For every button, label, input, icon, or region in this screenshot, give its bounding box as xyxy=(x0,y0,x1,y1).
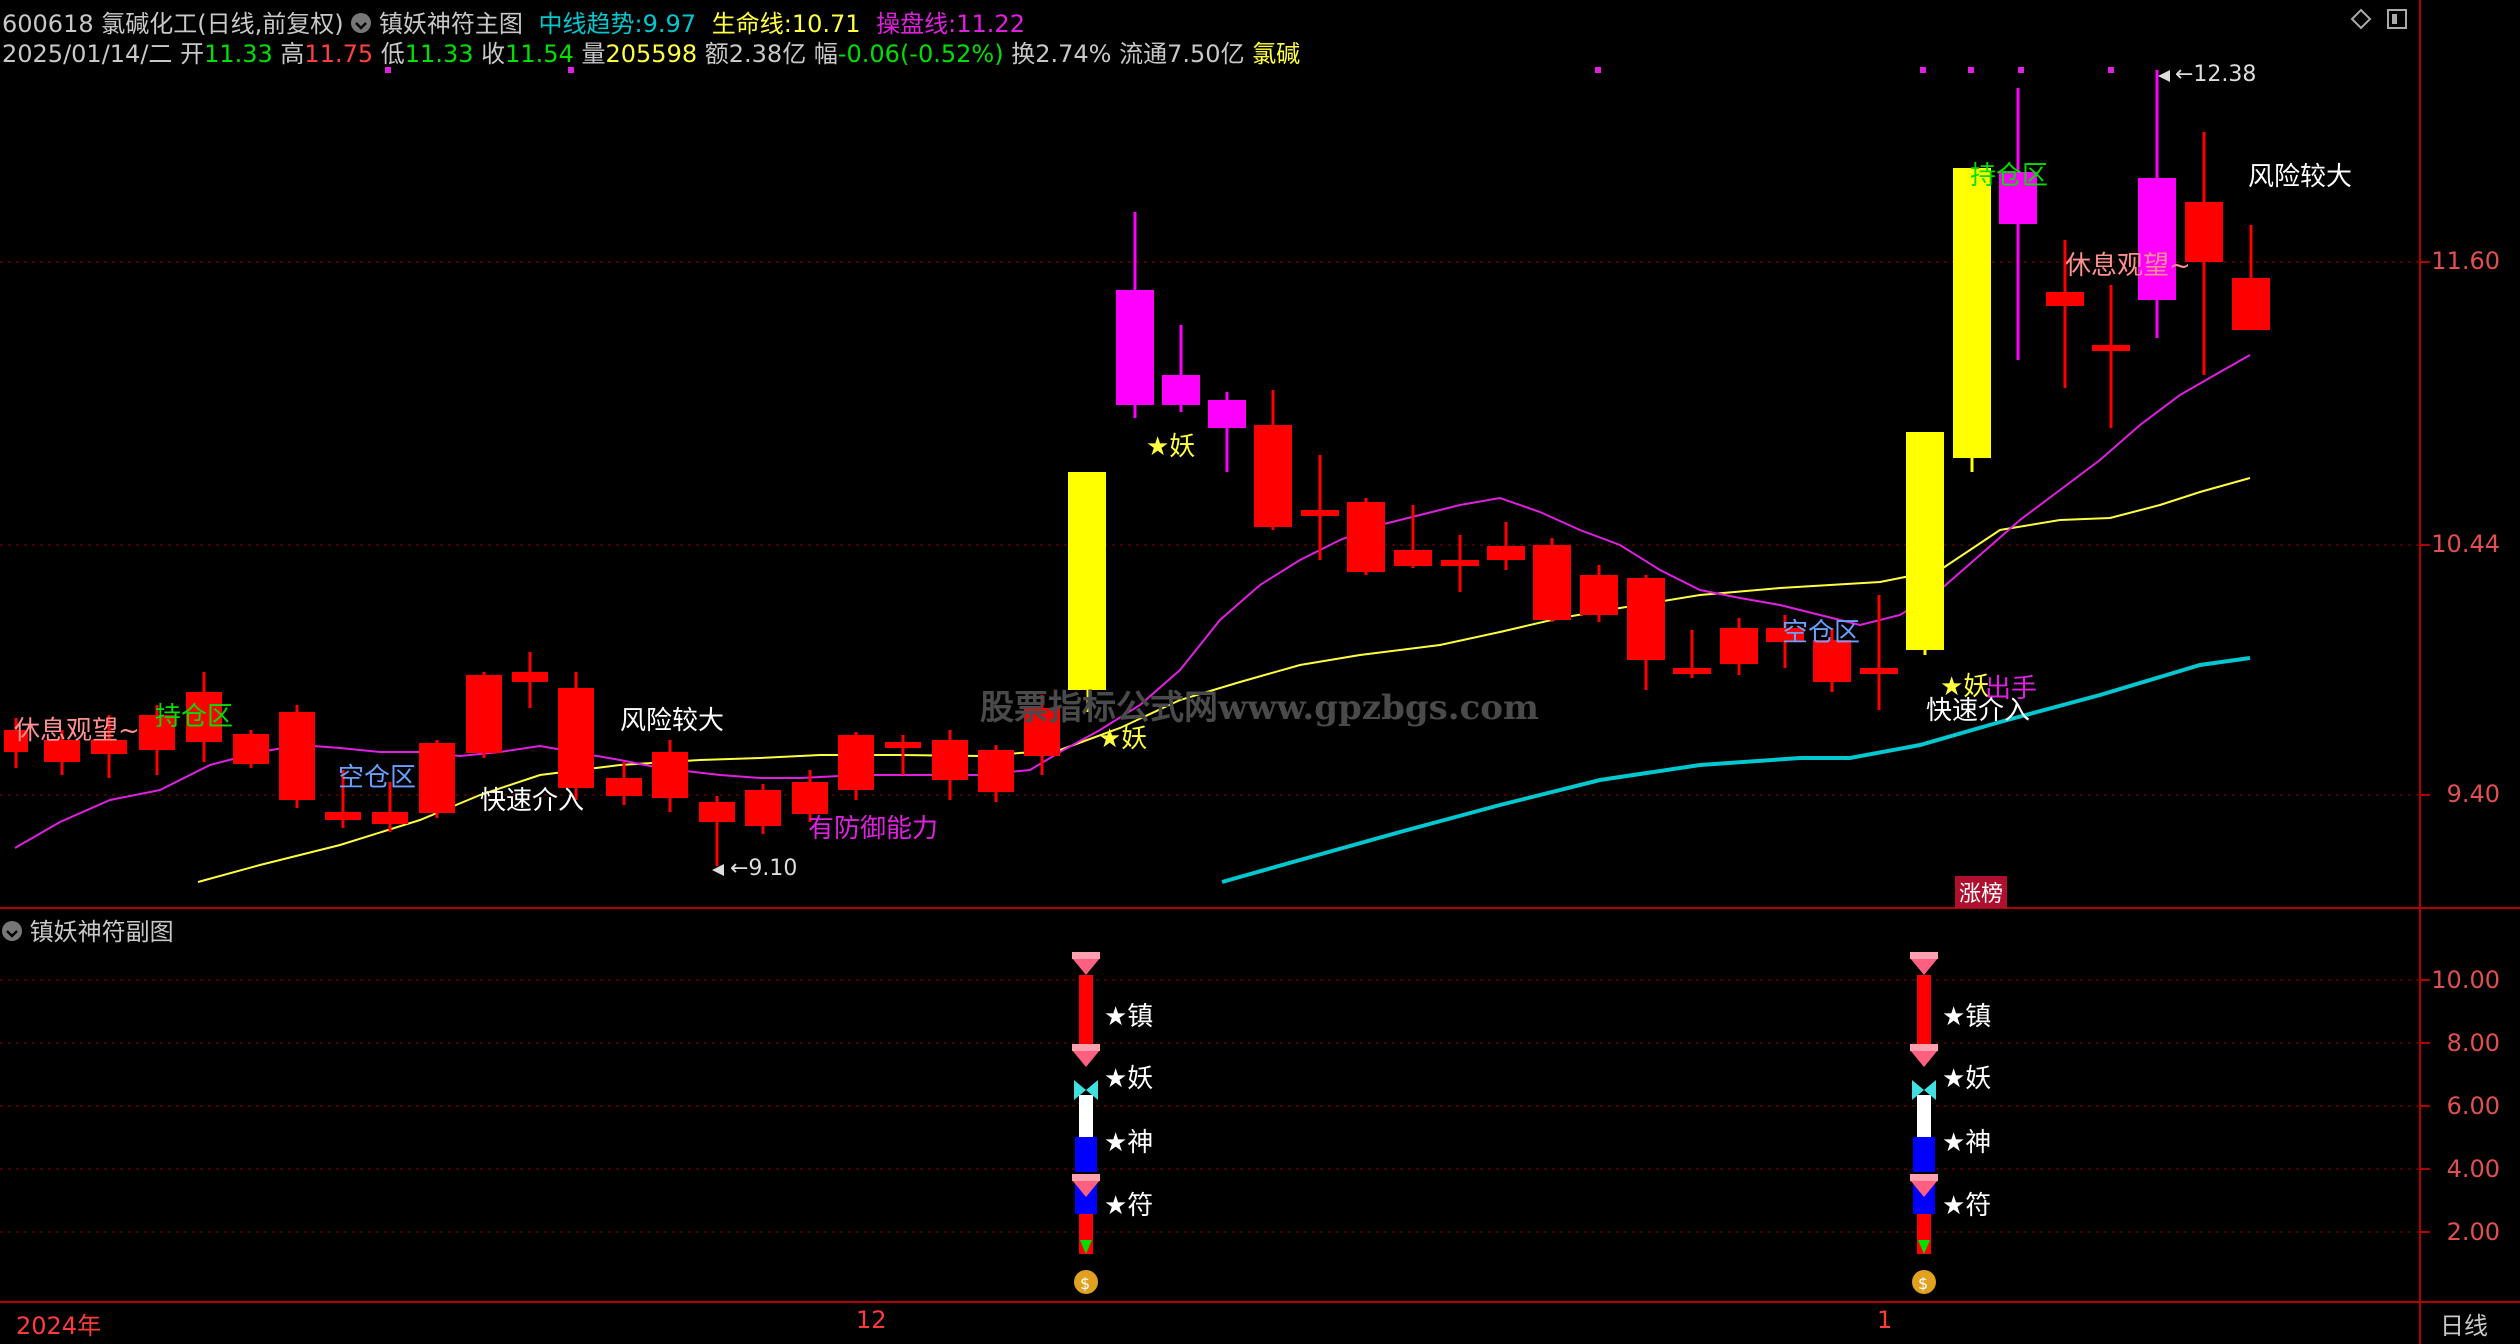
signal-label-zhen: ★镇 xyxy=(1942,1002,1992,1032)
annotation-hold-zone: 持仓区 xyxy=(155,702,234,732)
candle xyxy=(279,712,315,800)
gem-icon xyxy=(1072,952,1938,1197)
candle xyxy=(1487,546,1525,560)
signal-column-1 xyxy=(1075,975,1097,1254)
sub-panel-dropdown-icon[interactable] xyxy=(2,921,22,941)
annotation-hold-zone-2: 持仓区 xyxy=(1970,161,2049,191)
candle xyxy=(1533,545,1571,620)
signal-label-shen: ★神 xyxy=(1942,1128,1992,1158)
annotation-fast-entry: 快速介入 xyxy=(480,786,585,816)
annotation-yao-2: ★妖 xyxy=(1146,432,1196,462)
candle xyxy=(1347,502,1385,572)
limit-up-candle xyxy=(1906,432,1944,650)
high-arrow-icon xyxy=(2158,70,2170,82)
candle xyxy=(745,790,781,826)
zhangbang-badge[interactable]: 涨榜 xyxy=(1955,876,2008,908)
annotation-empty-zone: 空仓区 xyxy=(338,763,417,793)
candle xyxy=(2046,292,2084,306)
bow-icon xyxy=(1074,1080,1936,1100)
sub-axis-label: 2.00 xyxy=(2446,1218,2500,1246)
signal-label-fu: ★符 xyxy=(1104,1191,1154,1221)
candle xyxy=(233,734,269,764)
top-marker-dots xyxy=(385,67,2114,73)
price-axis-label: 11.60 xyxy=(2431,247,2500,275)
candle xyxy=(1673,668,1711,674)
candle xyxy=(466,675,502,753)
sub-panel-header: 镇妖神符副图 xyxy=(2,912,174,947)
strong-candle xyxy=(1116,290,1154,405)
annotation-defense: 有防御能力 xyxy=(808,814,939,844)
watermark: 股票指标公式网www.gpzbgs.com xyxy=(980,688,1539,728)
signal-label-yao: ★妖 xyxy=(1942,1064,1992,1094)
sub-panel-title[interactable]: 镇妖神符副图 xyxy=(30,918,174,946)
candle xyxy=(885,742,921,748)
annotation-yao-1: ★妖 xyxy=(1098,724,1148,754)
annotation-high-risk-2: 风险较大 xyxy=(2248,162,2353,192)
high-price-marker: ←12.38 xyxy=(2175,62,2257,87)
candle xyxy=(1627,578,1665,660)
candle xyxy=(652,752,688,798)
svg-text:$: $ xyxy=(1080,1274,1090,1293)
sub-axis-label: 4.00 xyxy=(2446,1155,2500,1183)
time-axis-month-1: 1 xyxy=(1877,1306,1893,1334)
candle xyxy=(2092,345,2130,351)
annotation-high-risk: 风险较大 xyxy=(620,706,725,736)
candle xyxy=(372,812,408,824)
signal-column-2 xyxy=(1913,975,1935,1254)
kline-chart[interactable]: $ $ xyxy=(0,0,2520,1344)
limit-up-candle xyxy=(1068,472,1106,690)
annotation-rest-watch: 休息观望~ xyxy=(14,716,140,746)
candle xyxy=(558,688,594,788)
candle xyxy=(978,750,1014,792)
candle xyxy=(1301,510,1339,516)
sub-axis-label: 8.00 xyxy=(2446,1029,2500,1057)
svg-text:$: $ xyxy=(1918,1274,1928,1293)
candle xyxy=(325,812,361,820)
signal-label-yao: ★妖 xyxy=(1104,1064,1154,1094)
candle xyxy=(1441,560,1479,566)
signal-label-zhen: ★镇 xyxy=(1104,1002,1154,1032)
candle xyxy=(2232,278,2270,330)
money-bag-icon: $ $ xyxy=(1074,1270,1936,1294)
signal-label-fu: ★符 xyxy=(1942,1191,1992,1221)
sub-axis-label: 10.00 xyxy=(2431,966,2500,994)
time-axis-month-12: 12 xyxy=(856,1306,887,1334)
low-price-marker: ←9.10 xyxy=(730,856,798,881)
period-selector[interactable]: 日线 xyxy=(2440,1306,2488,1341)
strong-candle xyxy=(1208,400,1246,428)
time-axis-year: 2024年 xyxy=(16,1312,102,1340)
candle xyxy=(1720,628,1758,664)
candle xyxy=(1254,425,1292,527)
candle xyxy=(1580,575,1618,615)
annotation-fast-entry-2: 快速介入 xyxy=(1926,696,2031,726)
annotation-rest-watch-2: 休息观望~ xyxy=(2065,251,2191,281)
limit-up-candle xyxy=(1953,168,1991,458)
price-axis-label: 9.40 xyxy=(2446,780,2500,808)
down-arrow-icon xyxy=(1080,1240,1930,1254)
sub-axis-label: 6.00 xyxy=(2446,1092,2500,1120)
candle xyxy=(419,743,455,813)
candle xyxy=(1860,668,1898,674)
strong-candle xyxy=(1162,375,1200,405)
candle xyxy=(932,740,968,780)
price-axis-label: 10.44 xyxy=(2431,530,2500,558)
candle xyxy=(838,735,874,790)
candle xyxy=(606,778,642,796)
candle xyxy=(699,802,735,822)
candle xyxy=(1394,550,1432,566)
signal-label-shen: ★神 xyxy=(1104,1128,1154,1158)
annotation-empty-zone-2: 空仓区 xyxy=(1782,618,1861,648)
candle xyxy=(512,672,548,682)
